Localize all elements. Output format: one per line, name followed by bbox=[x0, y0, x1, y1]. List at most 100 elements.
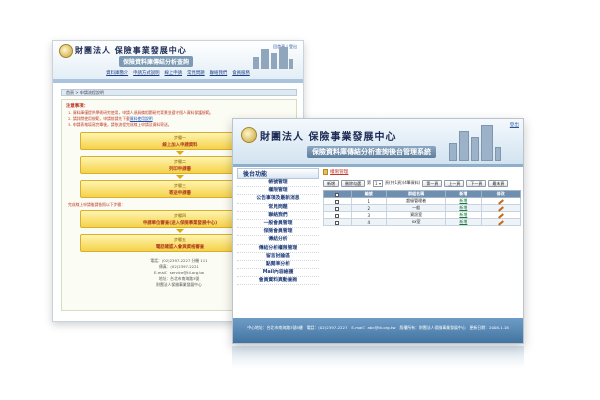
row-add-link[interactable]: 新增 bbox=[459, 205, 467, 210]
row-checkbox[interactable] bbox=[335, 206, 340, 211]
main-nav: 資料庫簡介 申請方式說明 線上申請 常見問題 聯絡我們 會員服務 bbox=[53, 68, 303, 78]
page-select[interactable]: 1 bbox=[373, 179, 383, 187]
permission-groups-table: 編號 群組名稱 新增 修改 1 超級管理者 新增 2 一般 新增 3 資訊室 新… bbox=[323, 190, 522, 226]
admin-header: 財團法人 保險事業發展中心 保險資料庫傳結分析查詢後台管理系統 登出 bbox=[233, 119, 523, 164]
admin-subtitle: 保險資料庫傳結分析查詢後台管理系統 bbox=[307, 146, 436, 158]
row-id: 1 bbox=[350, 197, 388, 205]
admin-window: 財團法人 保險事業發展中心 保險資料庫傳結分析查詢後台管理系統 登出 後台功能 … bbox=[232, 118, 524, 344]
brand-name: 財團法人 保險事業發展中心 bbox=[260, 132, 397, 143]
arrow-down-icon bbox=[176, 151, 184, 155]
nav-faq[interactable]: 常見問題 bbox=[187, 70, 205, 76]
arrow-down-icon bbox=[176, 175, 184, 179]
logo-icon bbox=[59, 44, 73, 58]
sidebar-item-mail-content[interactable]: Mail內容維護 bbox=[237, 269, 319, 278]
table-row: 2 一般 新增 bbox=[323, 204, 522, 212]
edit-pencil-icon[interactable] bbox=[497, 198, 504, 205]
sidebar-item-faq[interactable]: 常見問題 bbox=[237, 204, 319, 212]
nav-contact[interactable]: 聯絡我們 bbox=[210, 70, 228, 76]
nav-apply-guide[interactable]: 申請方式說明 bbox=[133, 70, 159, 76]
skyline-graphic bbox=[251, 45, 293, 69]
row-add-link[interactable]: 新增 bbox=[459, 198, 467, 203]
nav-intro[interactable]: 資料庫簡介 bbox=[106, 70, 128, 76]
row-select bbox=[323, 218, 352, 226]
main-content: 權限管理 新增 刪除勾選 第 1 頁(共1頁)(4筆資料) 第一頁 上一頁 下一… bbox=[323, 168, 522, 318]
header-divider bbox=[233, 164, 523, 167]
sidebar-item-click-analysis[interactable]: 點閱率分析 bbox=[237, 261, 319, 270]
select-all-checkbox[interactable] bbox=[335, 192, 340, 197]
sidebar-item-accounts[interactable]: 帳號管理 bbox=[237, 179, 319, 188]
sidebar-item-analysis-permissions[interactable]: 傳結分析權限管理 bbox=[237, 245, 319, 253]
row-id: 4 bbox=[350, 218, 388, 226]
row-edit-cell bbox=[480, 204, 522, 212]
page-icon bbox=[323, 169, 328, 175]
sidebar-item-announcements[interactable]: 公告事項及最新消息 bbox=[237, 195, 319, 204]
table-header-row: 編號 群組名稱 新增 修改 bbox=[323, 190, 522, 198]
row-id: 2 bbox=[350, 204, 388, 212]
row-group-name: 一般 bbox=[386, 204, 447, 212]
logo-icon bbox=[241, 127, 257, 143]
nav-member[interactable]: 會員服務 bbox=[232, 70, 250, 76]
edit-pencil-icon[interactable] bbox=[497, 219, 504, 226]
public-site-header: 財團法人 保險事業發展中心 保險資料庫傳結分析查詢 回首頁 | 登出 資料庫簡介… bbox=[53, 41, 303, 79]
col-group-name: 群組名稱 bbox=[386, 190, 447, 198]
sidebar-item-message-board[interactable]: 留言討論區 bbox=[237, 253, 319, 261]
sidebar-item-general-members[interactable]: 一般會員管理 bbox=[237, 220, 319, 229]
nav-online-apply[interactable]: 線上申請 bbox=[165, 70, 183, 76]
footer-text: 中心地址：台北市南海路3號8樓 電話：(02)2397-2227 E-mail：… bbox=[247, 325, 509, 330]
row-add-link[interactable]: 新增 bbox=[459, 219, 467, 224]
usage-doc-link[interactable]: 資料使用說明 bbox=[130, 116, 153, 121]
list-toolbar: 新增 刪除勾選 第 1 頁(共1頁)(4筆資料) 第一頁 上一頁 下一頁 最末頁 bbox=[323, 179, 521, 187]
table-row: 4 xx室 新增 bbox=[323, 218, 522, 226]
admin-footer: 中心地址：台北市南海路3號8樓 電話：(02)2397-2227 E-mail：… bbox=[233, 318, 523, 343]
sidebar-item-analysis[interactable]: 傳結分析 bbox=[237, 236, 319, 245]
next-page-button[interactable]: 下一頁 bbox=[466, 179, 487, 187]
sidebar-title: 後台功能 bbox=[237, 168, 319, 179]
sidebar-item-contact[interactable]: 聯絡我們 bbox=[237, 212, 319, 220]
first-page-button[interactable]: 第一頁 bbox=[422, 179, 443, 187]
header-divider bbox=[53, 79, 303, 83]
edit-pencil-icon[interactable] bbox=[497, 212, 504, 219]
page-summary: 頁(共1頁)(4筆資料) bbox=[385, 180, 421, 185]
last-page-button[interactable]: 最末頁 bbox=[488, 179, 509, 187]
logout-link[interactable]: 登出 bbox=[510, 122, 519, 128]
sidebar-item-insurance-members[interactable]: 保險會員管理 bbox=[237, 228, 319, 237]
row-group-name: 超級管理者 bbox=[386, 197, 447, 205]
row-group-name: xx室 bbox=[386, 218, 447, 226]
table-row: 1 超級管理者 新增 bbox=[323, 197, 522, 205]
page-title-text: 權限管理 bbox=[330, 170, 349, 175]
row-id: 3 bbox=[350, 211, 388, 219]
delete-selected-button[interactable]: 刪除勾選 bbox=[341, 179, 365, 187]
row-checkbox[interactable] bbox=[335, 220, 340, 225]
row-edit-cell bbox=[480, 197, 522, 205]
sidebar-item-member-changes[interactable]: 會員資料異動查詢 bbox=[237, 277, 319, 286]
row-add-cell: 新增 bbox=[445, 204, 482, 212]
row-add-cell: 新增 bbox=[445, 197, 482, 205]
row-group-name: 資訊室 bbox=[386, 211, 447, 219]
row-select bbox=[323, 204, 352, 212]
window-reflection bbox=[232, 346, 524, 368]
brand-name: 財團法人 保險事業發展中心 bbox=[75, 45, 187, 55]
col-add: 新增 bbox=[445, 190, 482, 198]
row-add-cell: 新增 bbox=[445, 211, 482, 219]
site-subtitle: 保險資料庫傳結分析查詢 bbox=[119, 56, 194, 67]
sidebar-item-permissions[interactable]: 權限管理 bbox=[237, 187, 319, 196]
breadcrumb: 首頁 > 申請流程說明 bbox=[61, 89, 297, 96]
prev-page-button[interactable]: 上一頁 bbox=[444, 179, 465, 187]
admin-sidebar: 後台功能 帳號管理 權限管理 公告事項及最新消息 常見問題 聯絡我們 一般會員管… bbox=[237, 168, 319, 318]
notice-heading: 注意事項： bbox=[66, 104, 88, 109]
page-prefix: 第 bbox=[367, 180, 371, 185]
row-select bbox=[323, 211, 352, 219]
row-edit-cell bbox=[480, 218, 522, 226]
row-add-cell: 新增 bbox=[445, 218, 482, 226]
row-checkbox[interactable] bbox=[335, 213, 340, 218]
edit-pencil-icon[interactable] bbox=[497, 205, 504, 212]
row-edit-cell bbox=[480, 211, 522, 219]
add-button[interactable]: 新增 bbox=[323, 179, 339, 187]
col-select bbox=[323, 190, 352, 198]
table-row: 3 資訊室 新增 bbox=[323, 211, 522, 219]
col-id: 編號 bbox=[350, 190, 388, 198]
row-select bbox=[323, 197, 352, 205]
row-checkbox[interactable] bbox=[335, 199, 340, 204]
col-edit: 修改 bbox=[480, 190, 522, 198]
row-add-link[interactable]: 新增 bbox=[459, 212, 467, 217]
